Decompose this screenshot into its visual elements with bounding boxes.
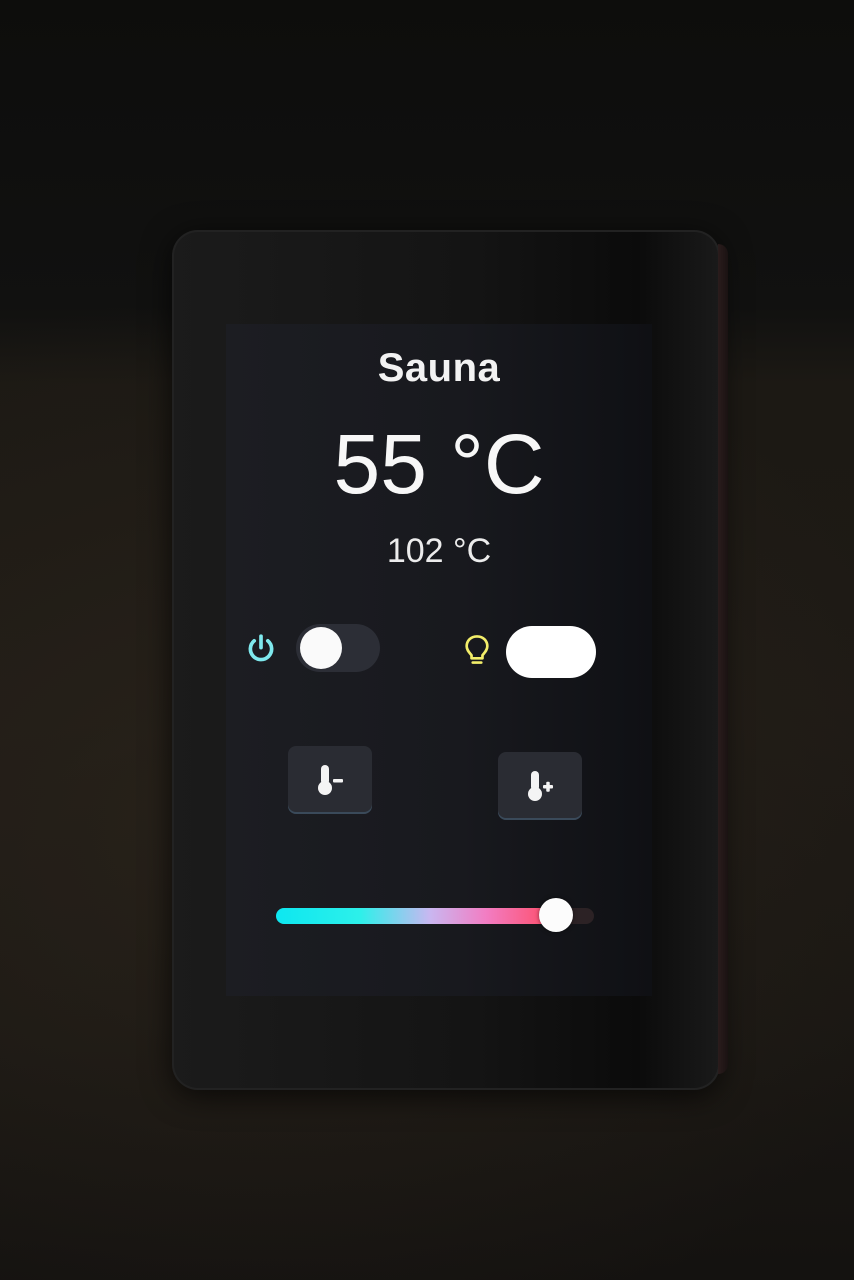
current-temperature: 55 °C [333,417,545,511]
thermometer-plus-icon [528,771,553,801]
increase-temperature-button[interactable] [498,752,582,820]
color-slider[interactable] [276,898,594,932]
slider-thumb[interactable] [538,898,573,932]
slider-fill [276,908,556,924]
power-toggle-knob [300,627,342,669]
lightbulb-icon [465,635,489,664]
light-toggle[interactable] [506,626,596,678]
power-icon [248,634,274,662]
power-toggle[interactable] [296,624,380,672]
sauna-controller-device: Sauna 55 °C 102 °C [172,230,728,1090]
decrease-temperature-button[interactable] [288,746,372,814]
touch-screen: Sauna 55 °C 102 °C [226,324,652,996]
page-title: Sauna [377,346,501,390]
thermometer-minus-icon [318,765,343,795]
photo-background: Sauna 55 °C 102 °C [0,0,854,1280]
target-temperature: 102 °C [386,532,492,570]
device-edge [718,244,728,1074]
